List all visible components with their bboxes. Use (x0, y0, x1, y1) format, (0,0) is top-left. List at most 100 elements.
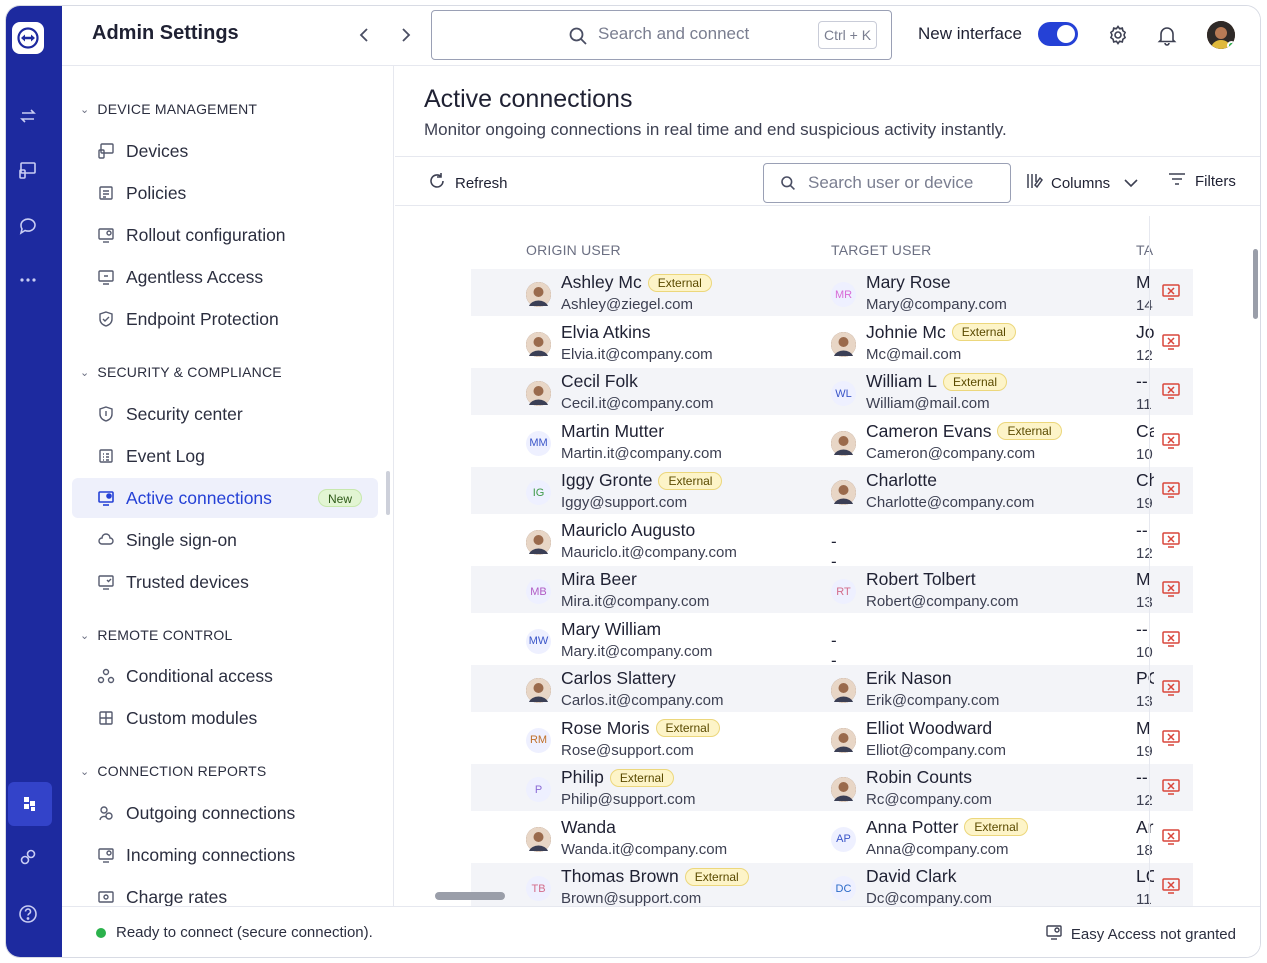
table-row[interactable]: Cecil Folk Cecil.it@company.com WL William … (471, 368, 1193, 415)
table-row[interactable]: MM Martin Mutter Martin.it@company.com Came… (471, 418, 1193, 465)
section-security-compliance[interactable]: ⌄ SECURITY & COMPLIANCE (80, 364, 282, 380)
easy-access-status[interactable]: Easy Access not granted (1045, 923, 1236, 945)
table-search-input[interactable] (808, 173, 1003, 193)
sidebar-item-incoming[interactable]: Incoming connections (72, 835, 378, 875)
end-session-icon[interactable] (1160, 529, 1182, 551)
end-session-icon[interactable] (1160, 727, 1182, 749)
settings-sidebar: ⌄ DEVICE MANAGEMENT Devices Policies Roll… (62, 66, 394, 906)
end-session-icon[interactable] (1160, 875, 1182, 897)
horizontal-scrollbar[interactable] (435, 892, 505, 900)
ta-cell: LC 11 (1136, 866, 1154, 906)
end-session-icon[interactable] (1160, 826, 1182, 848)
page-title: Active connections (424, 85, 633, 113)
bell-icon[interactable] (1155, 23, 1179, 47)
sidebar-item-outgoing[interactable]: Outgoing connections (72, 793, 378, 833)
section-remote-control[interactable]: ⌄ REMOTE CONTROL (80, 627, 232, 643)
user-name-text: Mary Rose (866, 272, 951, 292)
table-row[interactable]: Elvia Atkins Elvia.it@company.com Johnie M… (471, 319, 1193, 366)
table-row[interactable]: RM Rose Moris External Rose@support.com Elli… (471, 715, 1193, 762)
user-photo-avatar (831, 480, 856, 505)
shield-check-icon (96, 309, 116, 329)
table-row[interactable]: MW Mary William Mary.it@company.com -- -- 10 (471, 616, 1193, 670)
external-badge: External (658, 471, 723, 490)
teamviewer-logo-icon[interactable] (12, 22, 44, 54)
user-photo-avatar (526, 678, 551, 703)
integrations-icon[interactable] (6, 836, 50, 880)
filters-button[interactable]: Filters (1167, 171, 1236, 191)
ta-sub: 12 (1136, 544, 1153, 562)
back-arrow-icon[interactable] (353, 24, 375, 46)
global-search[interactable]: Ctrl + K (431, 10, 892, 60)
ta-cell: M 13 (1136, 569, 1154, 611)
sidebar-item-trusted-devices[interactable]: Trusted devices (72, 562, 378, 602)
module-icon (96, 708, 116, 728)
end-session-icon[interactable] (1160, 479, 1182, 501)
sidebar-item-charge-rates[interactable]: Charge rates (72, 877, 378, 906)
user-name-text: David Clark (866, 866, 957, 886)
section-device-management[interactable]: ⌄ DEVICE MANAGEMENT (80, 101, 257, 117)
section-connection-reports[interactable]: ⌄ CONNECTION REPORTS (80, 763, 266, 779)
sidebar-item-custom-modules[interactable]: Custom modules (72, 698, 378, 738)
user-name-text: Cecil Folk (561, 371, 638, 391)
end-session-icon[interactable] (1160, 677, 1182, 699)
table-search[interactable] (763, 163, 1011, 203)
sidebar-item-active-connections[interactable]: Active connections New (72, 478, 378, 518)
end-session-icon[interactable] (1160, 578, 1182, 600)
end-session-icon[interactable] (1160, 776, 1182, 798)
col-header-ta[interactable]: TA (1136, 242, 1153, 258)
chat-icon[interactable] (6, 204, 50, 248)
ta-value: M (1136, 717, 1151, 738)
table-row[interactable]: TB Thomas Brown External Brown@support.com D… (471, 863, 1193, 906)
sidebar-item-event-log[interactable]: Event Log (72, 436, 378, 476)
devices-icon[interactable] (6, 148, 50, 192)
user-name: Robert Tolbert (866, 569, 976, 590)
table-row[interactable]: IG Iggy Gronte External Iggy@support.com Cha… (471, 467, 1193, 514)
sidebar-item-conditional-access[interactable]: Conditional access (72, 656, 378, 696)
vertical-scrollbar[interactable] (1253, 249, 1258, 319)
more-icon[interactable] (6, 258, 50, 302)
rollout-icon (96, 225, 116, 245)
gear-icon[interactable] (1106, 23, 1130, 47)
end-session-icon[interactable] (1160, 331, 1182, 353)
end-session-icon[interactable] (1160, 380, 1182, 402)
refresh-button[interactable]: Refresh (427, 171, 508, 195)
user-name-text: Elliot Woodward (866, 717, 993, 738)
sidebar-item-policies[interactable]: Policies (72, 173, 378, 213)
user-name: David Clark (866, 866, 956, 887)
col-header-target[interactable]: TARGET USER (831, 242, 931, 258)
col-header-origin[interactable]: ORIGIN USER (526, 242, 621, 258)
ta-cell: -- 12 (1136, 520, 1154, 562)
help-icon[interactable] (6, 892, 50, 936)
new-interface-toggle[interactable] (1038, 22, 1078, 46)
table-row[interactable]: P Philip External Philip@support.com Robin C… (471, 764, 1193, 811)
table-row[interactable]: Ashley Mc External Ashley@ziegel.com MR Mary… (471, 269, 1193, 316)
sidebar-scrollbar[interactable] (386, 471, 390, 515)
ta-cell: Ch 19 (1136, 470, 1154, 512)
remote-connect-icon[interactable] (6, 94, 50, 138)
table-row[interactable]: Wanda Wanda.it@company.com AP Anna Potter Ex… (471, 814, 1193, 861)
end-session-icon[interactable] (1160, 628, 1182, 650)
sidebar-item-endpoint[interactable]: Endpoint Protection (72, 299, 378, 339)
global-search-input[interactable] (598, 24, 818, 44)
table-row[interactable]: Mauriclo Augusto Mauriclo.it@company.com -… (471, 517, 1193, 571)
sidebar-item-devices[interactable]: Devices (72, 131, 378, 171)
user-email: Ashley@ziegel.com (561, 296, 693, 313)
ta-cell: -- 11 (1136, 371, 1154, 413)
end-session-icon[interactable] (1160, 281, 1182, 303)
sidebar-item-sso[interactable]: Single sign-on (72, 520, 378, 560)
table-row[interactable]: Carlos Slattery Carlos.it@company.com Erik… (471, 665, 1193, 712)
user-avatar[interactable] (1207, 21, 1235, 49)
sidebar-item-rollout[interactable]: Rollout configuration (72, 215, 378, 255)
user-name: Carlos Slattery (561, 668, 676, 689)
user-name-text: Rose Moris (561, 717, 650, 738)
admin-settings-icon[interactable] (8, 782, 52, 826)
sidebar-item-security-center[interactable]: Security center (72, 394, 378, 434)
user-photo-avatar (526, 331, 551, 357)
columns-button[interactable]: Columns (1025, 171, 1138, 195)
forward-arrow-icon[interactable] (395, 24, 417, 46)
user-email: Anna@company.com (866, 840, 1009, 858)
sidebar-item-agentless[interactable]: Agentless Access (72, 257, 378, 297)
ta-cell: Ca 10 (1136, 421, 1154, 463)
end-session-icon[interactable] (1160, 430, 1182, 452)
table-row[interactable]: MB Mira Beer Mira.it@company.com RT Robert T… (471, 566, 1193, 613)
